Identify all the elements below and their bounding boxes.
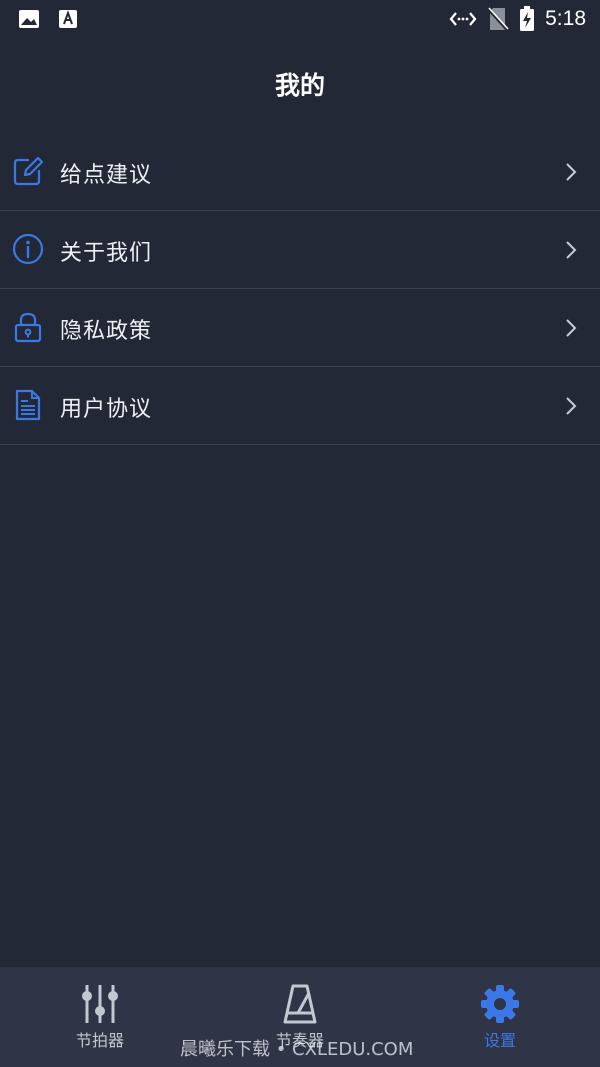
- status-time: 5:18: [545, 7, 586, 30]
- settings-menu: 给点建议 关于我们 隐私政策 用户协议: [0, 133, 600, 445]
- page-title: 我的: [274, 71, 325, 100]
- menu-item-privacy-policy[interactable]: 隐私政策: [0, 289, 600, 367]
- watermark-text: 晨曦乐下载 • CXLEDU.COM: [180, 1039, 414, 1060]
- menu-item-feedback[interactable]: 给点建议: [0, 133, 600, 211]
- nav-item-label: 设置: [483, 1031, 516, 1050]
- sliders-icon: [82, 985, 118, 1023]
- battery-charging-icon: [520, 6, 535, 31]
- code-arrows-icon: [449, 12, 477, 26]
- menu-item-label: 给点建议: [60, 163, 153, 188]
- menu-item-label: 用户协议: [60, 397, 153, 422]
- chevron-right-icon: [566, 397, 577, 415]
- info-icon: [12, 233, 44, 265]
- status-bar: 5:18: [0, 0, 600, 40]
- nav-item-label: 节拍器: [75, 1031, 124, 1050]
- menu-item-label: 关于我们: [60, 241, 153, 266]
- nav-item-metronome[interactable]: 节拍器: [40, 983, 160, 1051]
- gear-icon: [481, 985, 519, 1023]
- text-a-icon: [59, 10, 77, 28]
- menu-item-about-us[interactable]: 关于我们: [0, 211, 600, 289]
- metronome-icon: [283, 984, 317, 1024]
- edit-icon: [13, 156, 44, 186]
- menu-item-label: 隐私政策: [60, 319, 153, 344]
- nav-item-settings[interactable]: 设置: [440, 983, 560, 1051]
- no-sim-icon: [488, 7, 509, 31]
- image-icon: [19, 10, 39, 28]
- lock-icon: [14, 312, 42, 343]
- menu-item-user-agreement[interactable]: 用户协议: [0, 367, 600, 445]
- document-icon: [15, 389, 41, 421]
- chevron-right-icon: [566, 163, 577, 181]
- chevron-right-icon: [566, 241, 577, 259]
- chevron-right-icon: [566, 319, 577, 337]
